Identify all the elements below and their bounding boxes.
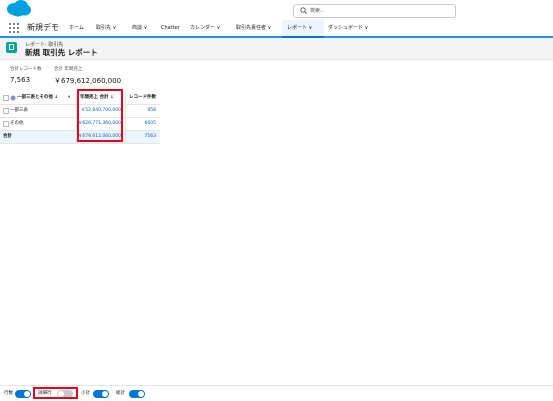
report-icon bbox=[6, 42, 17, 53]
total-count[interactable]: 7563 bbox=[126, 131, 160, 143]
column-header-group[interactable]: 一部三表とその他 ↓ bbox=[17, 92, 67, 104]
revenue-total-label: 合計 年間売上 bbox=[54, 67, 83, 72]
column-header-count[interactable]: レコード件数 bbox=[129, 92, 160, 104]
nav-item-reports[interactable]: レポート ∨ bbox=[287, 20, 312, 36]
revenue-total-value: ￥679,612,060,000 bbox=[54, 77, 122, 85]
search-icon bbox=[300, 7, 307, 14]
nav-item-opportunities[interactable]: 商談 ∨ bbox=[132, 20, 147, 36]
nav-item-home[interactable]: ホーム bbox=[69, 20, 84, 36]
row-count-toggle-label: 行数 bbox=[4, 391, 13, 396]
select-all-checkbox[interactable] bbox=[3, 95, 9, 101]
nav-bar: 新規デモ ホーム 取引先 ∨ 商談 ∨ Chatter カレンダー ∨ 取引先責… bbox=[0, 20, 553, 38]
record-count-label: 合計レコード数 bbox=[10, 67, 42, 72]
page-title: 新規 取引先 レポート bbox=[25, 48, 98, 57]
nav-item-contacts[interactable]: 取引先責任者 ∨ bbox=[236, 20, 271, 36]
app-name: 新規デモ bbox=[27, 23, 59, 32]
row-count[interactable]: 6605 bbox=[126, 118, 160, 130]
row-count[interactable]: 958 bbox=[126, 105, 160, 117]
column-menu-icon[interactable]: ▾ bbox=[68, 92, 76, 104]
subtotal-toggle-label: 小計 bbox=[81, 391, 90, 396]
row-group-label: その他 bbox=[10, 121, 24, 126]
row-checkbox[interactable] bbox=[3, 121, 9, 127]
grand-total-toggle[interactable] bbox=[129, 390, 145, 398]
row-group-label: 一部三表 bbox=[10, 108, 28, 113]
nav-item-dashboards[interactable]: ダッシュボード ∨ bbox=[328, 20, 368, 36]
salesforce-logo-icon[interactable] bbox=[6, 0, 32, 17]
global-search[interactable]: 検索... bbox=[293, 4, 456, 18]
detail-rows-highlight bbox=[33, 387, 78, 399]
page-header: レポート: 取引先 新規 取引先 レポート bbox=[0, 38, 553, 60]
revenue-column-highlight bbox=[77, 89, 123, 142]
row-count-toggle[interactable] bbox=[15, 390, 31, 398]
row-checkbox[interactable] bbox=[3, 108, 9, 114]
top-bar: 検索... bbox=[0, 0, 553, 20]
subtotal-toggle[interactable] bbox=[93, 390, 109, 398]
grand-total-toggle-label: 総計 bbox=[116, 391, 125, 396]
nav-item-chatter[interactable]: Chatter bbox=[161, 20, 180, 36]
search-placeholder: 検索... bbox=[310, 8, 325, 14]
total-label: 合計 bbox=[3, 134, 12, 139]
app-launcher-icon[interactable] bbox=[9, 23, 19, 33]
nav-item-accounts[interactable]: 取引先 ∨ bbox=[96, 20, 116, 36]
group-icon bbox=[10, 95, 16, 101]
nav-item-calendar[interactable]: カレンダー ∨ bbox=[190, 20, 220, 36]
record-count-value: 7,563 bbox=[10, 76, 31, 84]
report-footer: 行数 詳細行 小計 総計 bbox=[0, 385, 553, 401]
